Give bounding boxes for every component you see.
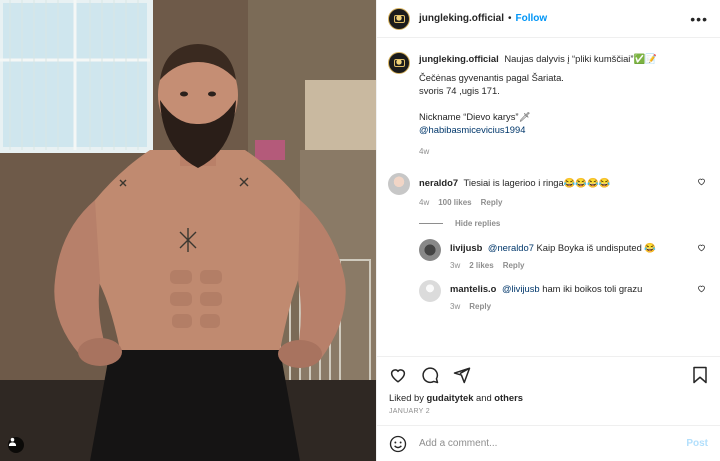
comments-section[interactable]: jungleking.official Naujas dalyvis į “pl… — [377, 38, 720, 356]
caption-avatar[interactable] — [388, 52, 410, 74]
bookmark-icon[interactable] — [692, 366, 708, 384]
reply-time[interactable]: 3w — [450, 300, 460, 313]
comment-input[interactable] — [419, 438, 687, 449]
more-icon[interactable]: ••• — [690, 11, 708, 27]
comment-time[interactable]: 4w — [419, 196, 429, 209]
post-header: jungleking.official • Follow ••• — [377, 0, 720, 38]
instagram-post: jungleking.official • Follow ••• junglek… — [0, 0, 720, 461]
caption-text: Naujas dalyvis į “pliki kumščiai”✅📝 — [504, 53, 657, 64]
share-icon[interactable] — [453, 366, 471, 384]
reply-reply-button[interactable]: Reply — [503, 259, 525, 272]
hide-replies-button[interactable]: Hide replies — [419, 219, 708, 228]
comment-like-heart-icon[interactable] — [697, 177, 706, 186]
comment-likes[interactable]: 100 likes — [438, 196, 471, 209]
reply-mention[interactable]: @neraldo7 — [488, 242, 534, 253]
reply-item: livijusb @neraldo7 Kaip Boyka iš undispu… — [419, 239, 708, 272]
reply-likes[interactable]: 2 likes — [469, 259, 493, 272]
hide-replies-label: Hide replies — [455, 219, 501, 228]
post-photo[interactable] — [0, 0, 376, 461]
replier-avatar[interactable] — [419, 280, 441, 302]
caption-line-2: svoris 74 ,ugis 171. — [419, 85, 500, 96]
add-comment-bar: Post — [377, 425, 720, 461]
caption-line-3: Nickname “Dievo karys”🗡 — [419, 111, 531, 122]
reply-text: ham iki boikos toli grazu — [542, 283, 643, 294]
liked-by-and: and — [476, 392, 492, 403]
comment-text: Tiesiai is lagerioo i ringa😂😂😂😂 — [463, 177, 611, 188]
post-sidebar: jungleking.official • Follow ••• junglek… — [376, 0, 720, 461]
post-date[interactable]: JANUARY 2 — [377, 403, 720, 425]
reply-like-heart-icon[interactable] — [697, 284, 706, 293]
header-separator: • — [508, 13, 512, 24]
caption-mention[interactable]: @habibasmicevicius1994 — [419, 123, 657, 136]
reply-time[interactable]: 3w — [450, 259, 460, 272]
replier-avatar[interactable] — [419, 239, 441, 261]
user-tag-icon[interactable] — [8, 437, 24, 453]
hide-replies-line — [419, 223, 443, 224]
liked-by-user[interactable]: gudaitytek — [427, 392, 474, 403]
reply-text: Kaip Boyka iš undisputed 😂 — [536, 242, 657, 253]
reply-username[interactable]: mantelis.o — [450, 283, 496, 294]
follow-button[interactable]: Follow — [516, 13, 548, 24]
header-username[interactable]: jungleking.official — [419, 13, 504, 24]
comment-body: neraldo7 Tiesiai is lagerioo i ringa😂😂😂😂… — [419, 173, 610, 209]
liked-by-prefix: Liked by — [389, 392, 424, 403]
action-bar — [377, 356, 720, 392]
reply-username[interactable]: livijusb — [450, 242, 482, 253]
comment-item: neraldo7 Tiesiai is lagerioo i ringa😂😂😂😂… — [388, 173, 708, 209]
comment-username[interactable]: neraldo7 — [419, 177, 458, 188]
caption-body: jungleking.official Naujas dalyvis į “pl… — [419, 52, 657, 158]
reply-like-heart-icon[interactable] — [697, 243, 706, 252]
reply-mention[interactable]: @livijusb — [502, 283, 540, 294]
caption-time[interactable]: 4w — [419, 145, 429, 158]
caption-line-1: Čečėnas gyvenantis pagal Šariata. — [419, 72, 564, 83]
post-button[interactable]: Post — [686, 438, 708, 449]
profile-avatar[interactable] — [388, 7, 410, 30]
liked-by-others[interactable]: others — [494, 392, 523, 403]
reply-body: livijusb @neraldo7 Kaip Boyka iš undispu… — [450, 239, 656, 272]
reply-reply-button[interactable]: Reply — [469, 300, 491, 313]
comment-reply-button[interactable]: Reply — [481, 196, 503, 209]
caption-username[interactable]: jungleking.official — [419, 53, 499, 64]
emoji-icon[interactable] — [389, 435, 407, 453]
reply-item: mantelis.o @livijusb ham iki boikos toli… — [419, 280, 708, 313]
caption: jungleking.official Naujas dalyvis į “pl… — [388, 52, 708, 158]
reply-body: mantelis.o @livijusb ham iki boikos toli… — [450, 280, 642, 313]
comment-icon[interactable] — [421, 366, 439, 384]
photo-illustration — [0, 0, 376, 461]
heart-icon[interactable] — [389, 366, 407, 384]
commenter-avatar[interactable] — [388, 173, 410, 195]
liked-by: Liked by gudaitytek and others — [377, 392, 720, 403]
